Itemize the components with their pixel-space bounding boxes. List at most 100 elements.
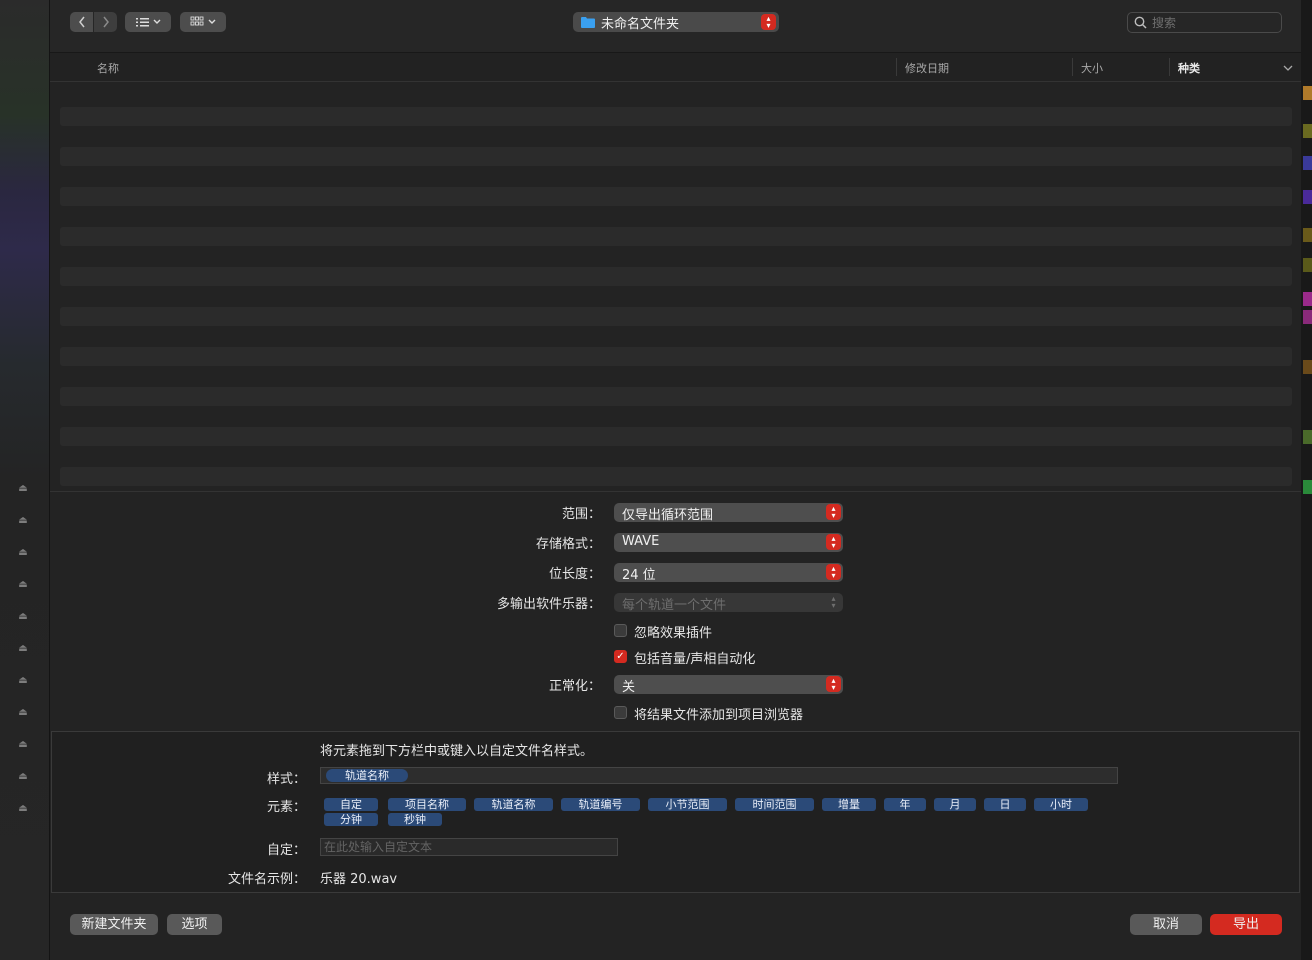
chevron-left-icon <box>78 16 85 28</box>
bypass-effects-checkbox[interactable] <box>614 624 627 637</box>
custom-label: 自定： <box>266 843 306 858</box>
element-token[interactable]: 自定 <box>324 798 378 811</box>
file-list-row[interactable] <box>60 147 1292 166</box>
elements-label: 元素： <box>266 800 306 815</box>
sidebar: ⏏ ⏏ ⏏ ⏏ ⏏ ⏏ ⏏ ⏏ ⏏ ⏏ ⏏ <box>0 0 50 960</box>
column-divider[interactable] <box>1169 58 1170 76</box>
popup-stepper-icon: ▴ ▾ <box>826 676 841 692</box>
include-automation-label: 包括音量/声相自动化 <box>634 652 756 667</box>
add-to-browser-checkbox[interactable] <box>614 706 627 719</box>
file-list-row[interactable] <box>60 347 1292 366</box>
column-kind[interactable]: 种类 <box>1178 60 1200 76</box>
grid-view-icon <box>190 16 216 26</box>
element-token[interactable]: 轨道编号 <box>561 798 640 811</box>
element-token[interactable]: 项目名称 <box>388 798 466 811</box>
filename-pattern-panel: 将元素拖到下方栏中或键入以自定文件名样式。 样式： 轨道名称 元素： 自定 项目… <box>51 731 1300 893</box>
eject-icon[interactable]: ⏏ <box>17 643 29 655</box>
eject-icon[interactable]: ⏏ <box>17 547 29 559</box>
popup-stepper-icon: ▴ ▾ <box>826 534 841 550</box>
element-token[interactable]: 日 <box>984 798 1026 811</box>
column-divider[interactable] <box>896 58 897 76</box>
forward-button[interactable] <box>94 12 117 32</box>
normalize-label: 正常化： <box>548 679 601 694</box>
eject-icon[interactable]: ⏏ <box>17 707 29 719</box>
chevron-right-icon <box>102 16 109 28</box>
background-app-strip <box>1301 0 1312 960</box>
grid-view-button[interactable] <box>180 12 226 32</box>
eject-icon[interactable]: ⏏ <box>17 675 29 687</box>
bypass-effects-label: 忽略效果插件 <box>634 626 713 641</box>
normalize-value: 关 <box>622 680 636 695</box>
file-list-row[interactable] <box>60 187 1292 206</box>
element-token[interactable]: 时间范围 <box>735 798 814 811</box>
file-list-row[interactable] <box>60 267 1292 286</box>
save-dialog: 未命名文件夹 ▴ ▾ 搜索 名称 修改日期 大小 种类 范围： 仅导出循环范围 … <box>50 0 1301 960</box>
list-view-button[interactable] <box>125 12 171 32</box>
multiout-label: 多输出软件乐器： <box>496 597 601 612</box>
file-list-row[interactable] <box>60 467 1292 486</box>
column-divider[interactable] <box>1072 58 1073 76</box>
export-options: 范围： 仅导出循环范围 ▴ ▾ 存储格式： WAVE ▴ ▾ 位长度： 24 位 ▴… <box>50 491 1301 732</box>
new-folder-button[interactable]: 新建文件夹 <box>70 914 158 935</box>
back-button[interactable] <box>70 12 93 32</box>
custom-text-input[interactable]: 在此处输入自定文本 <box>320 838 618 856</box>
include-automation-checkbox[interactable]: ✓ <box>614 650 627 663</box>
element-token[interactable]: 年 <box>884 798 926 811</box>
sort-chevron-icon[interactable] <box>1283 64 1293 72</box>
eject-icon[interactable]: ⏏ <box>17 803 29 815</box>
eject-icon[interactable]: ⏏ <box>17 515 29 527</box>
search-placeholder: 搜索 <box>1152 16 1177 30</box>
eject-icon[interactable]: ⏏ <box>17 739 29 751</box>
filename-instruction: 将元素拖到下方栏中或键入以自定文件名样式。 <box>320 744 594 759</box>
element-token[interactable]: 分钟 <box>324 813 378 826</box>
multiout-value: 每个轨道一个文件 <box>622 598 727 613</box>
file-list-row[interactable] <box>60 107 1292 126</box>
range-popup[interactable]: 仅导出循环范围 ▴ ▾ <box>614 503 843 523</box>
options-button[interactable]: 选项 <box>167 914 222 935</box>
eject-icon[interactable]: ⏏ <box>17 771 29 783</box>
format-value: WAVE <box>622 534 660 549</box>
eject-icon[interactable]: ⏏ <box>17 483 29 495</box>
example-label: 文件名示例： <box>227 872 306 887</box>
column-modified[interactable]: 修改日期 <box>905 60 949 76</box>
location-popup[interactable]: 未命名文件夹 ▴ ▾ <box>573 12 779 32</box>
popup-stepper-icon: ▴ ▾ <box>826 564 841 580</box>
element-token[interactable]: 小时 <box>1034 798 1088 811</box>
format-label: 存储格式： <box>535 537 601 552</box>
search-field[interactable]: 搜索 <box>1127 12 1282 33</box>
export-button[interactable]: 导出 <box>1210 914 1282 935</box>
location-label: 未命名文件夹 <box>601 16 680 32</box>
column-size[interactable]: 大小 <box>1081 60 1103 76</box>
search-icon <box>1134 16 1147 29</box>
popup-stepper-icon: ▴ ▾ <box>761 14 776 30</box>
format-popup[interactable]: WAVE ▴ ▾ <box>614 533 843 552</box>
eject-icon[interactable]: ⏏ <box>17 579 29 591</box>
popup-stepper-icon: ▴ ▾ <box>831 594 836 610</box>
bitdepth-popup[interactable]: 24 位 ▴ ▾ <box>614 563 843 583</box>
file-list-row[interactable] <box>60 387 1292 406</box>
element-token[interactable]: 轨道名称 <box>474 798 553 811</box>
element-token[interactable]: 秒钟 <box>388 813 442 826</box>
file-list-row[interactable] <box>60 227 1292 246</box>
element-token[interactable]: 小节范围 <box>648 798 727 811</box>
column-name[interactable]: 名称 <box>97 60 119 76</box>
normalize-popup[interactable]: 关 ▴ ▾ <box>614 675 843 695</box>
multiout-popup: 每个轨道一个文件 ▴ ▾ <box>614 593 843 613</box>
popup-stepper-icon: ▴ ▾ <box>826 504 841 520</box>
toolbar: 未命名文件夹 ▴ ▾ 搜索 <box>50 0 1301 53</box>
range-value: 仅导出循环范围 <box>622 508 714 523</box>
folder-icon <box>581 17 595 28</box>
bitdepth-value: 24 位 <box>622 568 656 583</box>
pattern-field[interactable]: 轨道名称 <box>320 767 1118 784</box>
pattern-token[interactable]: 轨道名称 <box>326 769 408 782</box>
example-value: 乐器 20.wav <box>320 872 398 887</box>
add-to-browser-label: 将结果文件添加到项目浏览器 <box>634 708 804 723</box>
element-token[interactable]: 月 <box>934 798 976 811</box>
cancel-button[interactable]: 取消 <box>1130 914 1202 935</box>
file-list-row[interactable] <box>60 307 1292 326</box>
file-list-row[interactable] <box>60 427 1292 446</box>
bitdepth-label: 位长度： <box>548 567 601 582</box>
element-token[interactable]: 增量 <box>822 798 876 811</box>
eject-icon[interactable]: ⏏ <box>17 611 29 623</box>
list-view-icon <box>136 18 161 27</box>
